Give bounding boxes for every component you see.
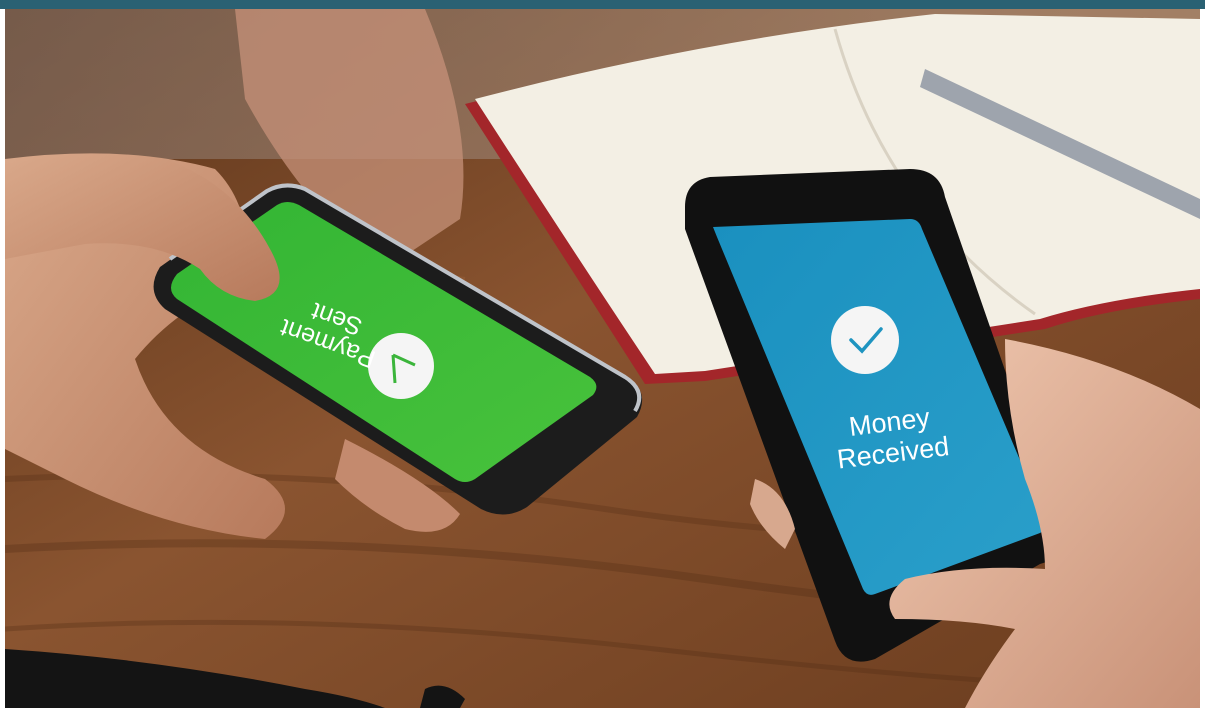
photo-scene: Payment Sent Money Received [5,9,1200,708]
checkmark-circle-right [831,306,899,374]
top-accent-bar [0,0,1205,9]
photo-frame: Payment Sent Money Received [0,0,1205,708]
scene-illustration [5,9,1200,708]
